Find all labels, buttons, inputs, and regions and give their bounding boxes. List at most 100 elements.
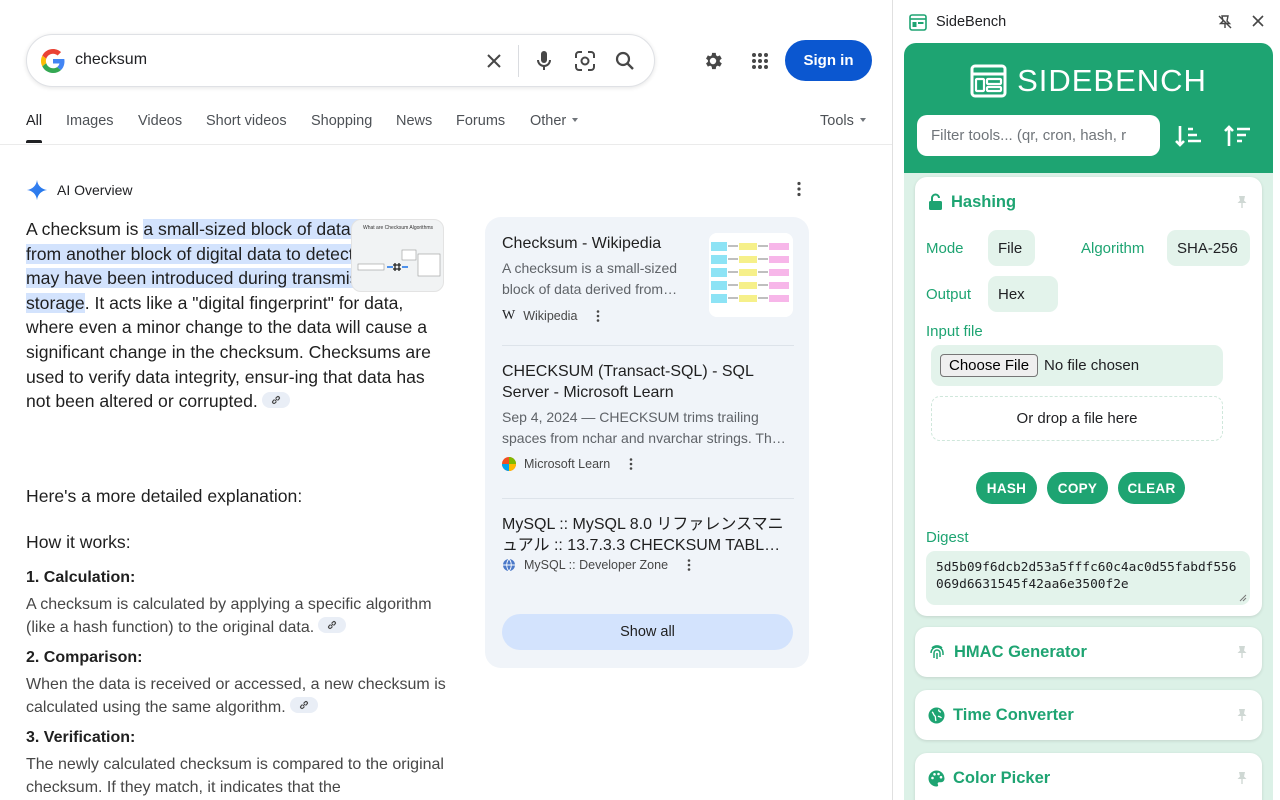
sign-in-button[interactable]: Sign in [785,40,872,81]
color-picker-title: Color Picker [953,768,1051,787]
file-drop-zone[interactable]: Or drop a file here [931,396,1223,441]
tab-images[interactable]: Images [66,113,114,129]
apps-grid-icon[interactable] [746,47,774,75]
active-tab-indicator [26,140,42,143]
pin-icon[interactable] [1236,645,1248,664]
hashing-card-header[interactable]: Hashing [928,177,1016,227]
source-site: MySQL :: Developer Zone [502,558,794,572]
ai-overview-label: AI Overview [57,182,133,198]
chevron-down-icon [859,118,866,122]
sort-descending-icon[interactable] [1222,121,1254,151]
microsoft-logo-icon [502,457,516,471]
microphone-icon[interactable] [531,48,557,74]
file-input[interactable]: Choose File No file chosen [931,345,1223,386]
tab-short-videos[interactable]: Short videos [206,113,287,129]
pin-icon[interactable] [1236,195,1248,214]
color-picker-card[interactable]: Color Picker [915,753,1262,800]
search-query-text[interactable]: checksum [75,51,147,69]
google-lens-icon[interactable] [572,48,598,74]
source-more-icon[interactable] [591,309,605,323]
source-site-name: MySQL :: Developer Zone [524,558,669,572]
overview-intro: A checksum is [26,219,144,239]
tools-label: Tools [820,113,854,129]
tabs-divider [0,144,892,145]
source-title[interactable]: CHECKSUM (Transact-SQL) - SQL Server - M… [502,361,794,403]
time-converter-header[interactable]: Time Converter [928,690,1074,740]
step-1-text: A checksum is calculated by applying a s… [26,596,432,636]
side-panel-header: SideBench [893,0,1280,44]
chevron-down-icon [572,118,579,122]
sort-ascending-icon[interactable] [1173,121,1205,151]
side-panel: SideBench SIDEBENCH Filter tools... (qr,… [892,0,1280,800]
hashing-title: Hashing [951,192,1017,211]
tab-shopping[interactable]: Shopping [311,113,372,129]
more-options-icon[interactable] [790,180,808,203]
step-1-body: A checksum is calculated by applying a s… [26,593,446,639]
hmac-generator-title: HMAC Generator [954,642,1087,661]
show-all-button[interactable]: Show all [502,614,793,650]
tools-button[interactable]: Tools [820,113,866,129]
sidebench-brand-text: SIDEBENCH [1017,63,1207,98]
tab-news[interactable]: News [396,113,432,129]
mode-label: Mode [926,240,964,257]
wikipedia-thumbnail[interactable] [709,233,793,317]
how-it-works-heading: How it works: [26,532,131,552]
sources-panel: Checksum - Wikipedia A checksum is a sma… [485,217,809,668]
source-card-mysql[interactable]: MySQL :: MySQL 8.0 リファレンスマニュアル :: 13.7.3… [502,514,794,572]
clear-button[interactable]: CLEAR [1118,472,1185,504]
sidebench-logo-icon [970,64,1007,98]
unpin-panel-icon[interactable] [1217,14,1233,35]
pin-icon[interactable] [1236,771,1248,790]
hash-button[interactable]: HASH [976,472,1037,504]
copy-button[interactable]: COPY [1047,472,1108,504]
tab-videos[interactable]: Videos [138,113,182,129]
citation-link-icon[interactable] [289,697,318,713]
mode-select[interactable]: File [988,230,1035,266]
search-icon[interactable] [612,48,638,74]
step-2-title: 2. Comparison: [26,649,143,666]
sidebench-favicon-icon [909,14,927,31]
source-more-icon[interactable] [682,558,696,572]
output-select[interactable]: Hex [988,276,1058,312]
source-title[interactable]: MySQL :: MySQL 8.0 リファレンスマニュアル :: 13.7.3… [502,514,794,556]
side-panel-title: SideBench [936,14,1007,30]
search-box[interactable]: checksum [26,34,655,87]
source-site-name: Microsoft Learn [524,457,611,471]
source-snippet: A checksum is a small-sized block of dat… [502,260,678,297]
lock-open-icon [929,193,942,210]
source-card-microsoft[interactable]: CHECKSUM (Transact-SQL) - SQL Server - M… [502,361,794,471]
overview-thumbnail[interactable]: What are Checksum Algorithms [351,219,444,292]
source-site-name: Wikipedia [523,309,578,323]
output-label: Output [926,286,972,303]
clear-search-icon[interactable] [481,48,507,74]
thumbnail-caption: What are Checksum Algorithms [363,225,434,231]
hmac-generator-header[interactable]: HMAC Generator [928,627,1087,677]
source-title[interactable]: Checksum - Wikipedia [502,233,702,254]
tab-all[interactable]: All [26,113,42,129]
hmac-generator-card[interactable]: HMAC Generator [915,627,1262,677]
choose-file-button[interactable]: Choose File [940,354,1039,377]
tab-forums[interactable]: Forums [456,113,505,129]
no-file-chosen-text: No file chosen [1044,357,1140,374]
time-converter-card[interactable]: Time Converter [915,690,1262,740]
filter-tools-input[interactable] [917,115,1160,156]
step-2-text: When the data is received or accessed, a… [26,676,446,716]
screen: checksum Sign in All Images Videos Short… [0,0,1280,800]
algorithm-select[interactable]: SHA-256 [1167,230,1250,266]
color-picker-header[interactable]: Color Picker [928,753,1050,800]
checksum-table-image [709,233,793,317]
source-snippet: Sep 4, 2024 — CHECKSUM trims trailing sp… [502,409,786,446]
detailed-explanation-text: Here's a more detailed explanation: [26,486,303,506]
globe-icon [503,558,515,572]
citation-link-icon[interactable] [261,392,290,409]
google-search-page: checksum Sign in All Images Videos Short… [0,0,892,800]
tab-other[interactable]: Other [530,113,579,129]
sidebench-app: SIDEBENCH Hashing Mod [904,43,1273,800]
step-1-title: 1. Calculation: [26,569,136,586]
pin-icon[interactable] [1236,708,1248,727]
step-3-body: The newly calculated checksum is compare… [26,756,444,796]
settings-gear-icon[interactable] [699,47,727,75]
source-more-icon[interactable] [624,457,638,471]
close-panel-icon[interactable] [1251,14,1265,33]
citation-link-icon[interactable] [318,617,347,633]
